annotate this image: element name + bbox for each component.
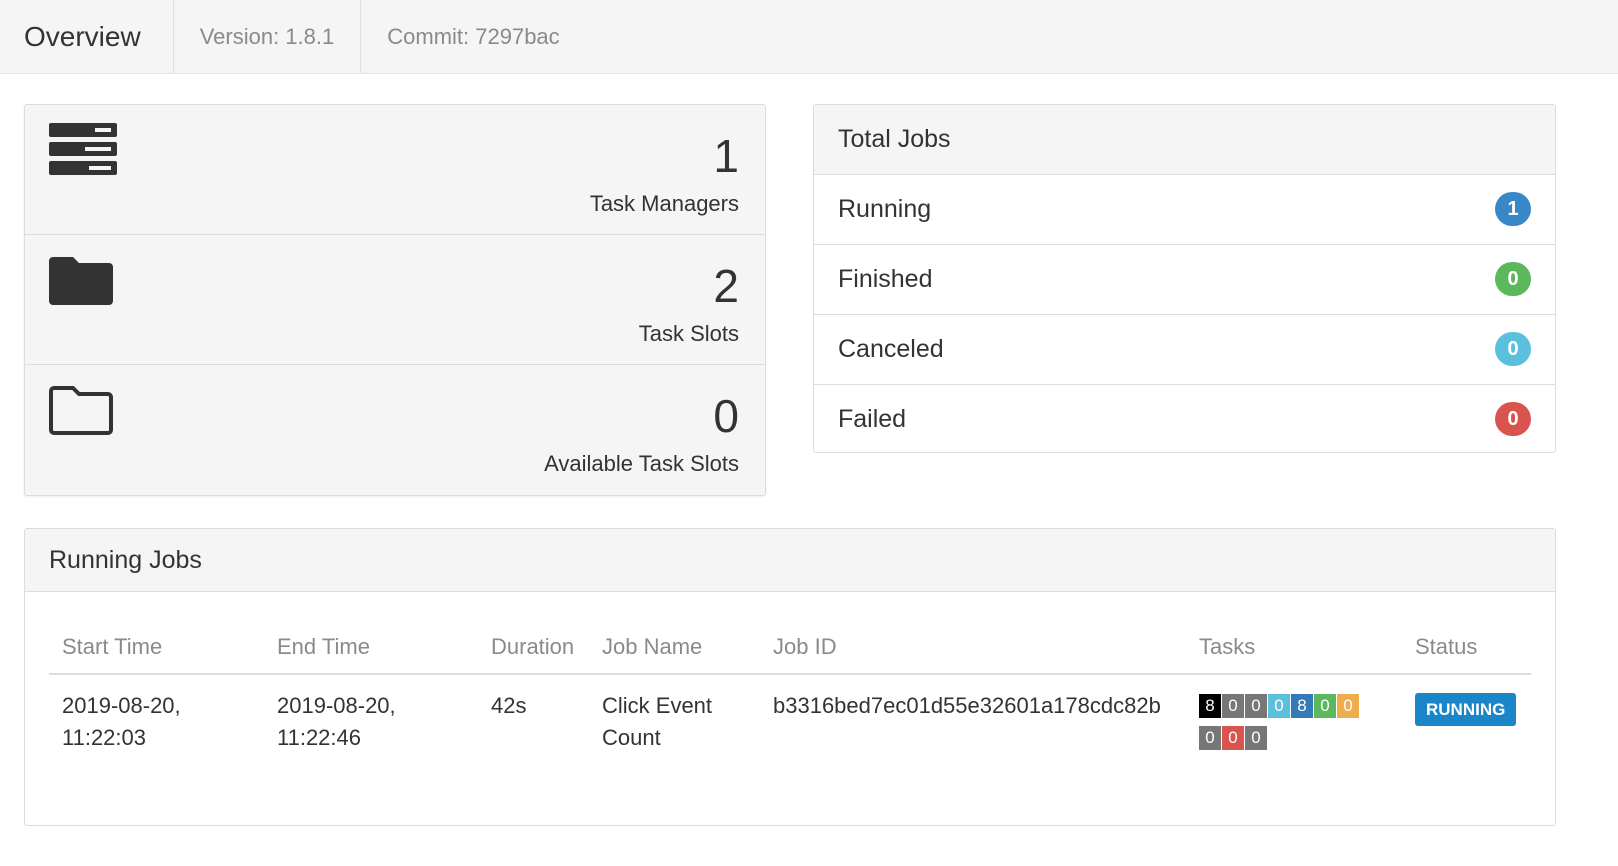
jobs-canceled-row[interactable]: Canceled 0 bbox=[814, 315, 1555, 385]
jobs-failed-badge: 0 bbox=[1495, 402, 1531, 436]
start-time-cell: 2019-08-20, 11:22:03 bbox=[62, 693, 181, 750]
jobs-canceled-label: Canceled bbox=[838, 335, 944, 363]
stat-task-managers[interactable]: 1 Task Managers bbox=[25, 105, 765, 235]
available-task-slots-label: Available Task Slots bbox=[544, 451, 739, 476]
col-start-time[interactable]: Start Time bbox=[62, 631, 162, 663]
task-count-badge: 8 bbox=[1199, 694, 1221, 718]
table-row[interactable]: 2019-08-20, 11:22:03 2019-08-20, 11:22:4… bbox=[49, 674, 1531, 764]
jobs-canceled-badge: 0 bbox=[1495, 332, 1531, 366]
task-count-badge: 8 bbox=[1291, 694, 1313, 718]
folder-solid-icon bbox=[49, 253, 115, 314]
stat-task-slots[interactable]: 2 Task Slots bbox=[25, 235, 765, 365]
jobs-finished-row[interactable]: Finished 0 bbox=[814, 245, 1555, 315]
table-header: Start Time End Time Duration Job Name Jo… bbox=[49, 623, 1531, 675]
task-counts: 8000800000 bbox=[1199, 694, 1379, 758]
col-tasks[interactable]: Tasks bbox=[1199, 631, 1255, 663]
task-count-badge: 0 bbox=[1314, 694, 1336, 718]
task-managers-count: 1 bbox=[713, 130, 739, 182]
available-task-slots-count: 0 bbox=[713, 390, 739, 442]
task-count-badge: 0 bbox=[1245, 726, 1267, 750]
total-jobs-title: Total Jobs bbox=[814, 105, 1555, 175]
task-count-badge: 0 bbox=[1199, 726, 1221, 750]
commit-label: Commit: 7297bac bbox=[387, 23, 560, 49]
col-job-id[interactable]: Job ID bbox=[773, 631, 837, 663]
job-id-cell: b3316bed7ec01d55e32601a178cdc82b bbox=[773, 693, 1161, 718]
stat-available-task-slots[interactable]: 0 Available Task Slots bbox=[25, 365, 765, 495]
total-jobs-panel: Total Jobs Running 1 Finished 0 Canceled… bbox=[813, 104, 1556, 453]
jobs-finished-badge: 0 bbox=[1495, 262, 1531, 296]
col-job-name[interactable]: Job Name bbox=[602, 631, 702, 663]
top-navbar: Overview Version: 1.8.1 Commit: 7297bac bbox=[0, 0, 1618, 74]
jobs-failed-row[interactable]: Failed 0 bbox=[814, 385, 1555, 454]
status-badge: RUNNING bbox=[1415, 693, 1517, 726]
task-slots-count: 2 bbox=[713, 260, 739, 312]
job-name-cell: Click Event Count bbox=[602, 693, 713, 750]
task-count-badge: 0 bbox=[1222, 694, 1244, 718]
task-count-badge: 0 bbox=[1222, 726, 1244, 750]
jobs-running-row[interactable]: Running 1 bbox=[814, 175, 1555, 245]
status-cell: RUNNING bbox=[1415, 692, 1517, 726]
col-duration[interactable]: Duration bbox=[491, 631, 574, 663]
version-label: Version: 1.8.1 bbox=[174, 0, 362, 73]
end-time-cell: 2019-08-20, 11:22:46 bbox=[277, 693, 396, 750]
jobs-running-label: Running bbox=[838, 195, 932, 223]
running-jobs-title: Running Jobs bbox=[25, 529, 1555, 592]
task-count-badge: 0 bbox=[1268, 694, 1290, 718]
jobs-finished-label: Finished bbox=[838, 265, 933, 293]
duration-cell: 42s bbox=[491, 693, 527, 718]
folder-outline-icon bbox=[49, 383, 115, 444]
page-title: Overview bbox=[0, 0, 174, 73]
task-managers-label: Task Managers bbox=[589, 191, 739, 216]
task-count-badge: 0 bbox=[1245, 694, 1267, 718]
jobs-running-badge: 1 bbox=[1495, 192, 1531, 226]
running-jobs-panel: Running Jobs Start Time End Time Duratio… bbox=[24, 528, 1556, 826]
jobs-failed-label: Failed bbox=[838, 405, 907, 433]
col-end-time[interactable]: End Time bbox=[277, 631, 370, 663]
col-status[interactable]: Status bbox=[1415, 631, 1477, 663]
task-slots-label: Task Slots bbox=[638, 321, 739, 346]
cluster-stats-panel: 1 Task Managers 2 Task Slots 0 Available… bbox=[24, 104, 766, 496]
server-icon bbox=[49, 123, 119, 184]
task-count-badge: 0 bbox=[1337, 694, 1359, 718]
